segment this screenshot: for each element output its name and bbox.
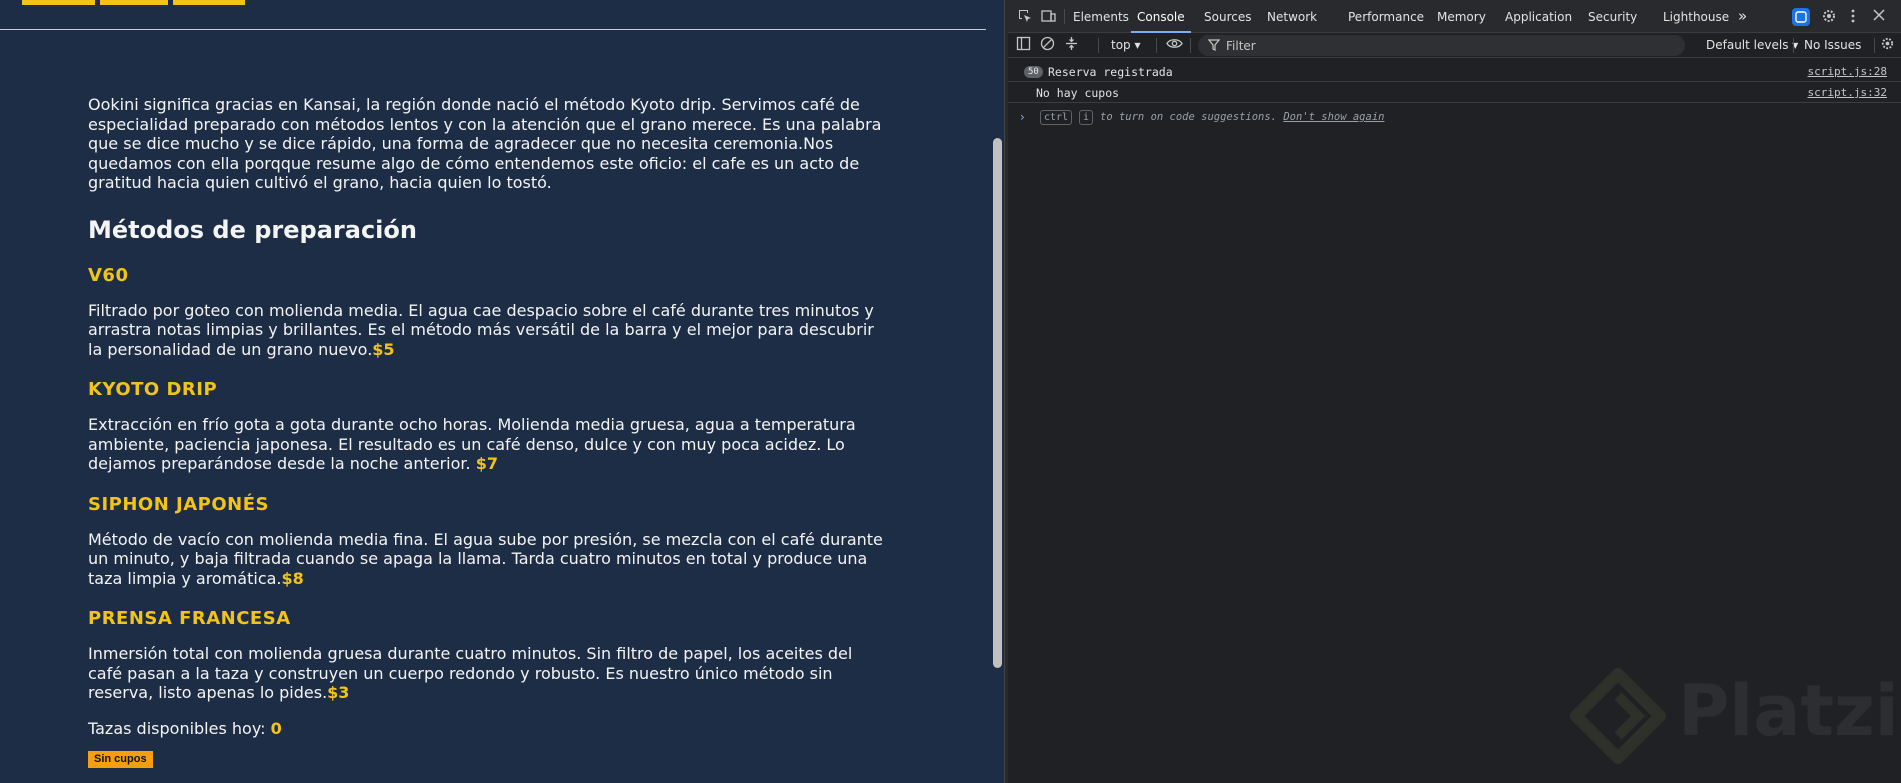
log-levels-select[interactable]: Default levels ▾ [1706, 37, 1798, 54]
log-message: Reserva registrada [1048, 65, 1173, 79]
available-cups: Tazas disponibles hoy: 0 [88, 718, 282, 738]
method-price: $8 [281, 568, 304, 588]
method-price: $7 [475, 454, 498, 473]
main-content: Ookini significa gracias en Kansai, la r… [88, 95, 888, 768]
method-french-press: PRENSA FRANCESA Inmersión total con moli… [88, 608, 888, 703]
method-siphon: SIPHON JAPONÉS Método de vacío con molie… [88, 494, 888, 589]
console-toolbar: top ▾ Default levels ▾ No Issues [1008, 33, 1901, 58]
sidebar-icon[interactable] [1014, 36, 1032, 54]
method-title: KYOTO DRIP [88, 379, 218, 400]
page-scrollbar[interactable] [990, 0, 1004, 783]
issues-counter[interactable]: No Issues [1804, 37, 1861, 54]
dont-show-again-link[interactable]: Don't show again [1283, 111, 1384, 123]
preserve-log-icon[interactable] [1062, 36, 1080, 54]
tab-console[interactable]: Console [1131, 0, 1191, 33]
console-prompt[interactable]: › ctrl i to turn on code suggestions. Do… [1008, 108, 1901, 128]
intro-paragraph: Ookini significa gracias en Kansai, la r… [88, 95, 882, 192]
tab-elements[interactable]: Elements [1073, 0, 1129, 33]
eye-icon[interactable] [1165, 36, 1183, 54]
close-icon[interactable] [1870, 8, 1888, 26]
method-description: Extracción en frío gota a gota durante o… [88, 415, 856, 473]
tab-network[interactable]: Network [1267, 0, 1317, 33]
log-source-link[interactable]: script.js:32 [1808, 86, 1887, 99]
methods-heading: Métodos de preparación [88, 215, 417, 244]
tab-sources[interactable]: Sources [1204, 0, 1251, 33]
nav-tab-1[interactable] [22, 0, 95, 5]
console-settings-icon[interactable] [1878, 36, 1896, 54]
context-select[interactable]: top ▾ [1111, 37, 1141, 54]
filter-icon [1207, 38, 1221, 55]
method-description: Inmersión total con molienda gruesa dura… [88, 644, 853, 702]
method-description: Método de vacío con molienda media fina.… [88, 529, 883, 588]
repeat-count-badge: 50 [1024, 66, 1043, 78]
tab-performance[interactable]: Performance [1348, 0, 1424, 33]
watermark-text: Platzi [1678, 670, 1899, 752]
method-title: V60 [88, 264, 129, 286]
settings-icon[interactable] [1820, 8, 1838, 26]
method-v60: V60 Filtrado por goteo con molienda medi… [88, 265, 888, 360]
method-kyoto-drip: KYOTO DRIP Extracción en frío gota a got… [88, 379, 888, 474]
platzi-watermark: Platzi [1568, 660, 1899, 780]
method-price: $3 [327, 683, 350, 702]
method-title: PRENSA FRANCESA [88, 608, 291, 629]
prompt-chevron-icon: › [1020, 110, 1025, 124]
tab-lighthouse[interactable]: Lighthouse [1663, 0, 1729, 33]
nav-tab-3[interactable] [173, 0, 245, 5]
cups-count: 0 [270, 718, 282, 738]
log-row: 50 Reserva registrada script.js:28 [1008, 62, 1901, 82]
devtools-panel: Elements Console Sources Network Perform… [1008, 0, 1901, 783]
method-price: $5 [372, 339, 395, 359]
platzi-logo-icon [1570, 668, 1666, 764]
tab-application[interactable]: Application [1505, 0, 1572, 33]
device-toggle-icon[interactable] [1039, 8, 1057, 26]
ai-assist-icon[interactable] [1792, 8, 1810, 26]
method-title: SIPHON JAPONÉS [88, 493, 269, 515]
log-source-link[interactable]: script.js:28 [1808, 65, 1887, 78]
log-message: No hay cupos [1036, 86, 1120, 100]
page-scrollbar-thumb[interactable] [993, 138, 1002, 668]
inspect-icon[interactable] [1016, 8, 1034, 26]
no-cups-button[interactable]: Sin cupos [88, 750, 153, 768]
page-top-nav [0, 0, 986, 30]
kbd-i: i [1079, 110, 1094, 125]
log-row: No hay cupos script.js:32 [1008, 83, 1901, 103]
nav-tab-2[interactable] [100, 0, 168, 5]
clear-icon[interactable] [1038, 36, 1056, 54]
tab-memory[interactable]: Memory [1437, 0, 1486, 33]
method-description: Filtrado por goteo con molienda media. E… [88, 300, 874, 359]
more-tabs-icon[interactable]: » [1738, 0, 1747, 33]
devtools-tabbar: Elements Console Sources Network Perform… [1008, 0, 1901, 33]
code-suggestion-hint: to turn on code suggestions. Don't show … [1100, 111, 1385, 123]
tab-security[interactable]: Security [1588, 0, 1637, 33]
filter-box [1198, 35, 1685, 56]
page-viewport: Ookini significa gracias en Kansai, la r… [0, 0, 1004, 783]
filter-input[interactable] [1226, 37, 1666, 54]
kebab-menu-icon[interactable] [1844, 8, 1862, 26]
kbd-ctrl: ctrl [1040, 110, 1073, 125]
